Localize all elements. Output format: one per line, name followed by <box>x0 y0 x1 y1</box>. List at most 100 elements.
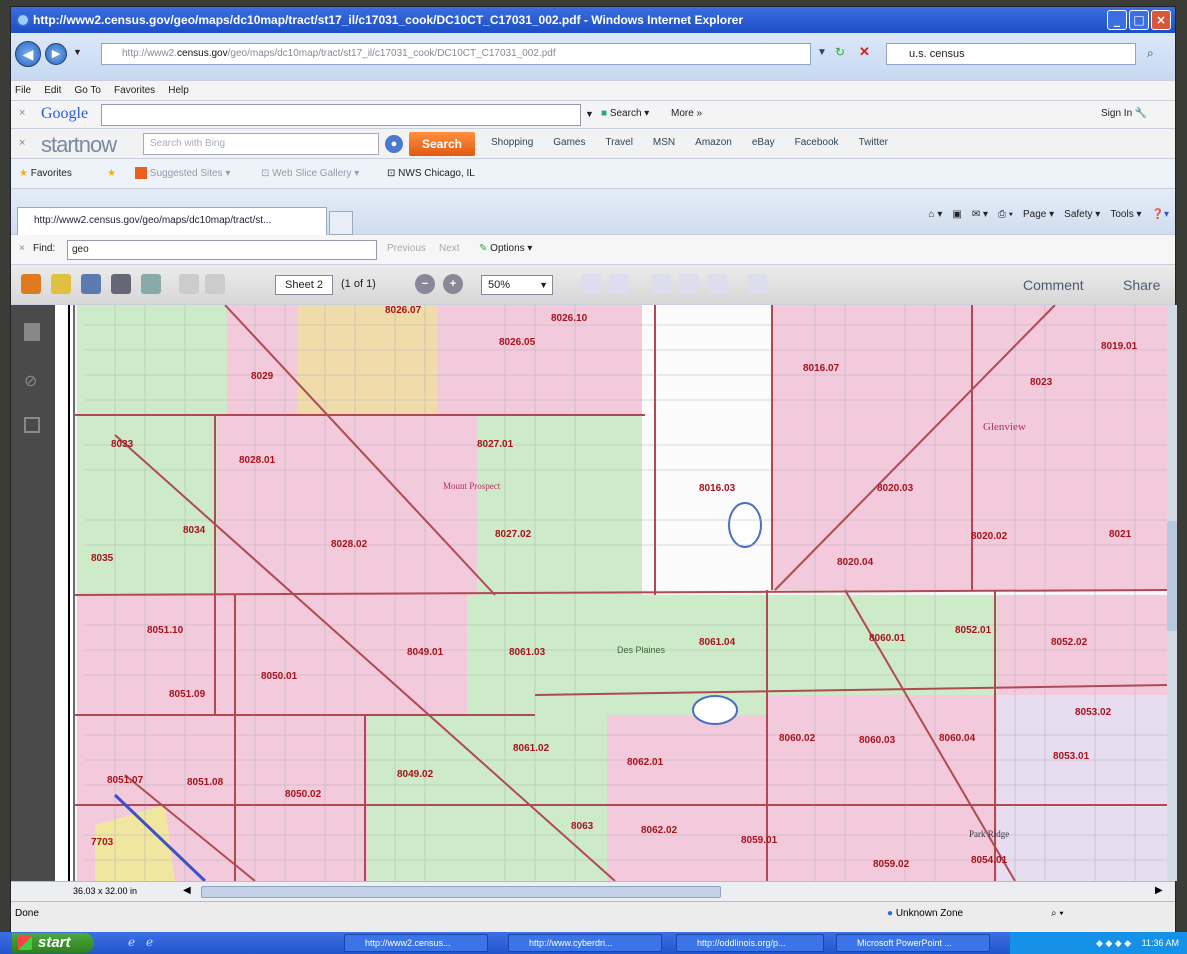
games-link[interactable]: Games <box>553 137 585 148</box>
amazon-link[interactable]: Amazon <box>695 137 732 148</box>
page-number-input[interactable]: Sheet 2 <box>275 275 333 295</box>
menu-goto[interactable]: Go To <box>74 85 101 96</box>
find-input[interactable]: geo <box>67 240 377 260</box>
layers-icon[interactable] <box>24 417 40 433</box>
horizontal-scroll-thumb[interactable] <box>201 886 721 898</box>
taskbar-item-powerpoint[interactable]: Microsoft PowerPoint ... <box>836 934 990 952</box>
web-slice-link[interactable]: ⊡ Web Slice Gallery ▾ <box>261 159 359 189</box>
scroll-left-icon[interactable]: ◀ <box>183 885 191 896</box>
search-go-icon[interactable]: ⌕ <box>1147 46 1154 61</box>
title-bar[interactable]: http://www2.census.gov/geo/maps/dc10map/… <box>11 7 1175 33</box>
menu-help[interactable]: Help <box>168 85 189 96</box>
address-input[interactable]: http://www2.census.gov/geo/maps/dc10map/… <box>101 43 811 65</box>
history-dropdown-icon[interactable]: ▼ <box>73 47 82 57</box>
forward-button[interactable]: ▶ <box>45 43 67 65</box>
prev-page-icon[interactable] <box>179 274 199 294</box>
tray-icons[interactable]: ◆ ◆ ◆ ◆ <box>1096 938 1131 948</box>
google-dropdown-icon[interactable]: ▼ <box>585 109 594 119</box>
new-tab-button[interactable] <box>329 211 353 235</box>
maximize-button[interactable]: □ <box>1129 10 1149 30</box>
twitter-link[interactable]: Twitter <box>859 137 888 148</box>
home-icon[interactable]: ⌂ ▾ <box>929 209 943 220</box>
back-button[interactable]: ◀ <box>15 41 41 67</box>
tract-label: 8020.03 <box>877 483 914 494</box>
taskbar-item-census[interactable]: http://www2.census... <box>344 934 488 952</box>
tract-label: 8016.07 <box>803 363 840 374</box>
zoom-in-icon[interactable]: + <box>443 274 463 294</box>
next-page-icon[interactable] <box>205 274 225 294</box>
tract-label: 8054.01 <box>971 855 1008 866</box>
fit-page-icon[interactable] <box>609 274 629 294</box>
pages-icon[interactable] <box>24 323 40 341</box>
taskbar-item-illinois[interactable]: http://oddlinois.org/p... <box>676 934 824 952</box>
page-menu[interactable]: Page ▾ <box>1023 209 1054 220</box>
google-search-input[interactable] <box>101 104 581 126</box>
vertical-scroll-thumb[interactable] <box>1167 521 1177 631</box>
print-icon[interactable]: ⎙ ▾ <box>998 209 1013 220</box>
taskbar-item-cyberdrive[interactable]: http://www.cyberdri... <box>508 934 662 952</box>
expand-icon[interactable] <box>747 274 767 294</box>
find-previous-button[interactable]: Previous <box>387 243 426 254</box>
help-icon[interactable]: ❓▾ <box>1152 209 1169 220</box>
attach-icon[interactable] <box>679 274 699 294</box>
mail-icon[interactable]: ✉ ▾ <box>972 209 988 220</box>
nws-link[interactable]: ⊡ NWS Chicago, IL <box>387 159 475 189</box>
quick-launch-ie2-icon[interactable]: ℯ <box>146 935 153 949</box>
msn-link[interactable]: MSN <box>653 137 675 148</box>
tract-label: 8060.03 <box>859 735 896 746</box>
startnow-search-button[interactable]: Search <box>409 132 475 156</box>
menu-favorites[interactable]: Favorites <box>114 85 155 96</box>
safety-menu[interactable]: Safety ▾ <box>1064 209 1100 220</box>
open-icon[interactable] <box>51 274 71 294</box>
address-dropdown-icon[interactable]: ▼ <box>817 47 827 58</box>
star-icon: ★ <box>19 168 28 179</box>
zoom-out-icon[interactable]: − <box>415 274 435 294</box>
tools-menu[interactable]: Tools ▾ <box>1110 209 1141 220</box>
close-button[interactable]: × <box>1151 10 1171 30</box>
quick-launch-ie-icon[interactable]: ℯ <box>128 935 135 949</box>
tab-census-pdf[interactable]: http://www2.census.gov/geo/maps/dc10map/… <box>17 207 327 235</box>
shopping-link[interactable]: Shopping <box>491 137 533 148</box>
close-startnow-icon[interactable]: × <box>19 137 25 149</box>
fit-width-icon[interactable] <box>581 274 601 294</box>
menu-file[interactable]: File <box>15 85 31 96</box>
zoom-select[interactable]: 50% ▼ <box>481 275 553 295</box>
pdf-document-area[interactable]: 8026.07 8026.10 8026.05 8019.01 8029 801… <box>55 305 1167 881</box>
stop-icon[interactable]: ✕ <box>859 44 870 60</box>
save-icon[interactable] <box>81 274 101 294</box>
google-toolbar: × Google ▼ ■ Search ▾ More » Sign In 🔧 <box>11 101 1175 129</box>
facebook-link[interactable]: Facebook <box>795 137 839 148</box>
feeds-icon[interactable]: ▣ <box>952 209 961 220</box>
google-signin-button[interactable]: Sign In 🔧 <box>1101 108 1147 119</box>
minimize-button[interactable]: _ <box>1107 10 1127 30</box>
add-favorite-icon[interactable]: ★ <box>107 159 116 189</box>
comment-button[interactable]: Comment <box>1023 277 1084 293</box>
scroll-right-icon[interactable]: ▶ <box>1155 885 1163 896</box>
google-search-button[interactable]: ■ Search ▾ <box>601 108 649 119</box>
zoom-level-button[interactable]: ⌕ ▾ <box>1051 908 1064 919</box>
document-icon[interactable] <box>707 274 727 294</box>
share-button[interactable]: Share <box>1123 277 1160 293</box>
email-icon[interactable] <box>141 274 161 294</box>
startnow-search-input[interactable]: Search with Bing <box>143 133 379 155</box>
sign-icon[interactable] <box>651 274 671 294</box>
suggested-sites-link[interactable]: Suggested Sites ▾ <box>135 159 230 189</box>
close-find-icon[interactable]: × <box>19 243 25 254</box>
print-pdf-icon[interactable] <box>111 274 131 294</box>
start-button[interactable]: start <box>12 933 94 953</box>
ebay-link[interactable]: eBay <box>752 137 775 148</box>
live-search-input[interactable]: u.s. census <box>886 43 1136 65</box>
find-options-button[interactable]: ✎ Options ▾ <box>479 243 532 254</box>
create-pdf-icon[interactable] <box>21 274 41 294</box>
vertical-scrollbar[interactable] <box>1167 305 1177 881</box>
find-next-button[interactable]: Next <box>439 243 460 254</box>
attachment-icon[interactable]: ⊘ <box>24 371 37 391</box>
travel-link[interactable]: Travel <box>606 137 633 148</box>
google-more-button[interactable]: More » <box>671 108 702 119</box>
favorites-button[interactable]: ★ Favorites <box>19 159 72 189</box>
bing-icon[interactable]: ● <box>385 135 403 153</box>
tract-label: 8062.01 <box>627 757 664 768</box>
menu-edit[interactable]: Edit <box>44 85 61 96</box>
close-toolbar-icon[interactable]: × <box>19 107 25 119</box>
refresh-icon[interactable]: ↻ <box>835 45 845 59</box>
